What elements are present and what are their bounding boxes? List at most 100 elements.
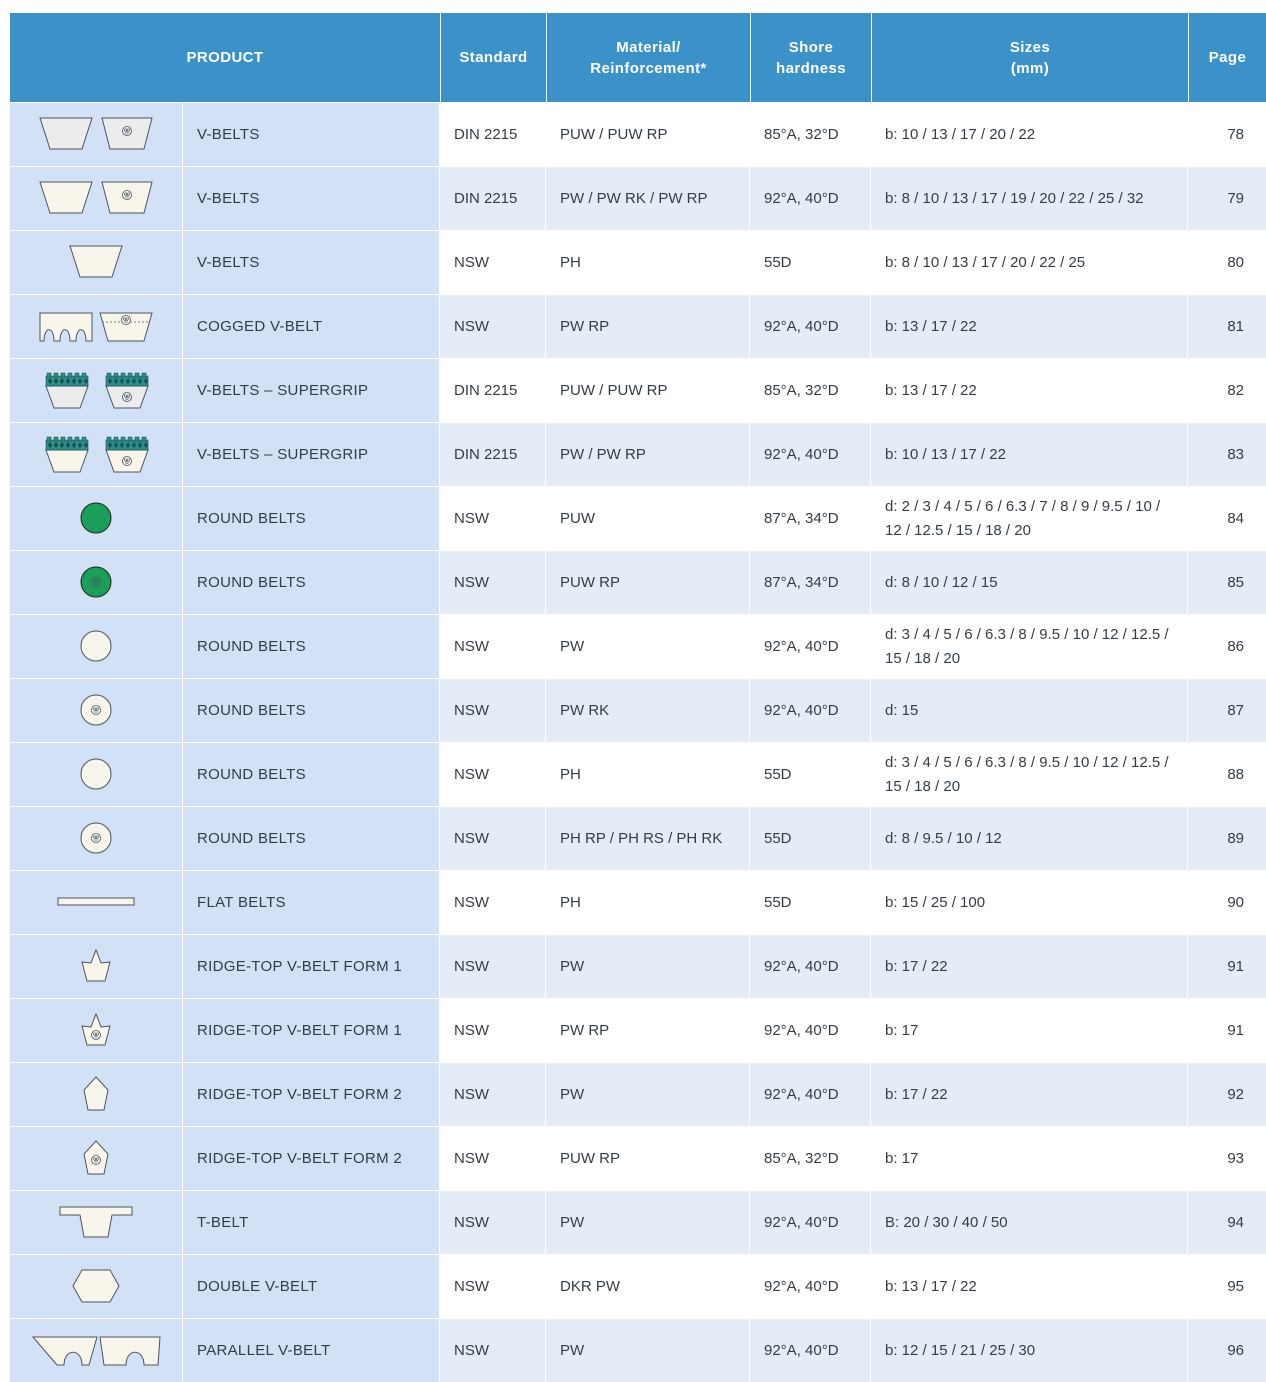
product-image: [10, 359, 183, 422]
header-page: Page: [1188, 13, 1266, 102]
table-row: V-BELTS DIN 2215 PW / PW RK / PW RP 92°A, 4…: [10, 166, 1266, 230]
material-cell: PW: [546, 1063, 750, 1126]
t-belt-icon: [59, 1206, 133, 1238]
material-cell: PW RP: [546, 999, 750, 1062]
standard-cell: NSW: [440, 871, 546, 934]
round-belt-green-icon: [80, 502, 112, 534]
page-cell: 82: [1227, 381, 1244, 399]
product-image: [10, 551, 183, 614]
page-cell: 83: [1227, 445, 1244, 463]
page-cell: 91: [1227, 1021, 1244, 1039]
sizes-cell: b: 15 / 25 / 100: [871, 871, 1188, 934]
standard-cell: NSW: [440, 1319, 546, 1382]
product-image: [10, 807, 183, 870]
table-row: V-BELTS – SUPERGRIP DIN 2215 PUW / PUW RP 8…: [10, 358, 1266, 422]
material-cell: PH: [546, 871, 750, 934]
product-image: [10, 1127, 183, 1190]
product-name: RIDGE-TOP V-BELT FORM 2: [183, 1127, 440, 1190]
table-row: ROUND BELTS NSW PW RK 92°A, 40°D d: 15 87: [10, 678, 1266, 742]
shore-hardness-cell: 85°A, 32°D: [750, 103, 871, 166]
table-body: V-BELTS DIN 2215 PUW / PUW RP 85°A, 32°D b: …: [10, 102, 1266, 1382]
table-row: COGGED V-BELT NSW PW RP 92°A, 40°D b: 13 / 1…: [10, 294, 1266, 358]
table-row: ROUND BELTS NSW PW 92°A, 40°D d: 3 / 4 / 5 /…: [10, 614, 1266, 678]
product-name: V-BELTS: [183, 231, 440, 294]
standard-cell: DIN 2215: [440, 423, 546, 486]
round-belt-reinforced-icon: [80, 822, 112, 854]
product-name: FLAT BELTS: [183, 871, 440, 934]
header-product: PRODUCT: [186, 49, 264, 66]
shore-hardness-cell: 55D: [750, 231, 871, 294]
product-name: V-BELTS: [183, 103, 440, 166]
material-cell: PW / PW RP: [546, 423, 750, 486]
sizes-cell: b: 17: [871, 999, 1188, 1062]
page-cell: 93: [1227, 1149, 1244, 1167]
table-row: V-BELTS – SUPERGRIP DIN 2215 PW / PW RP 92°…: [10, 422, 1266, 486]
ridge-top-form1-icon: [81, 948, 111, 982]
table-row: ROUND BELTS NSW PH RP / PH RS / PH RK 55D d:…: [10, 806, 1266, 870]
shore-hardness-cell: 92°A, 40°D: [750, 295, 871, 358]
material-cell: PH: [546, 743, 750, 806]
sizes-cell: b: 10 / 13 / 17 / 22: [871, 423, 1188, 486]
product-image: [10, 1319, 183, 1382]
shore-hardness-cell: 55D: [750, 807, 871, 870]
header-standard: Standard: [440, 13, 546, 102]
material-cell: PW: [546, 1191, 750, 1254]
shore-hardness-cell: 92°A, 40°D: [750, 935, 871, 998]
sizes-cell: b: 13 / 17 / 22: [871, 1255, 1188, 1318]
round-belt-green-reinforced-icon: [80, 566, 112, 598]
material-cell: PW: [546, 615, 750, 678]
material-cell: PUW RP: [546, 551, 750, 614]
material-cell: PH RP / PH RS / PH RK: [546, 807, 750, 870]
shore-hardness-cell: 92°A, 40°D: [750, 615, 871, 678]
standard-cell: NSW: [440, 807, 546, 870]
shore-hardness-cell: 92°A, 40°D: [750, 1191, 871, 1254]
sizes-cell: d: 3 / 4 / 5 / 6 / 6.3 / 8 / 9.5 / 10 / …: [871, 615, 1188, 678]
product-image: [10, 423, 183, 486]
standard-cell: NSW: [440, 935, 546, 998]
standard-cell: NSW: [440, 743, 546, 806]
ridge-top-form1-reinforced-icon: [81, 1012, 111, 1046]
shore-hardness-cell: 85°A, 32°D: [750, 359, 871, 422]
standard-cell: NSW: [440, 1127, 546, 1190]
shore-hardness-cell: 92°A, 40°D: [750, 679, 871, 742]
page-cell: 81: [1227, 317, 1244, 335]
table-row: PARALLEL V-BELT NSW PW 92°A, 40°D b: 12 / 15…: [10, 1318, 1266, 1382]
product-image: [10, 167, 183, 230]
sizes-cell: d: 15: [871, 679, 1188, 742]
product-name: V-BELTS – SUPERGRIP: [183, 423, 440, 486]
v-belt-pair-grey-icon: [39, 117, 153, 150]
standard-cell: DIN 2215: [440, 103, 546, 166]
sizes-cell: b: 10 / 13 / 17 / 20 / 22: [871, 103, 1188, 166]
table-row: V-BELTS NSW PH 55D b: 8 / 10 / 13 / 17 / 20 …: [10, 230, 1266, 294]
product-name: RIDGE-TOP V-BELT FORM 2: [183, 1063, 440, 1126]
standard-cell: NSW: [440, 551, 546, 614]
header-shore-hardness: Shore hardness: [750, 13, 871, 102]
product-name: V-BELTS: [183, 167, 440, 230]
shore-hardness-cell: 92°A, 40°D: [750, 423, 871, 486]
ridge-top-form2-reinforced-icon: [83, 1140, 109, 1175]
table-row: T-BELT NSW PW 92°A, 40°D B: 20 / 30 / 40 / 5…: [10, 1190, 1266, 1254]
table-row: ROUND BELTS NSW PUW RP 87°A, 34°D d: 8 / 10 …: [10, 550, 1266, 614]
product-image: [10, 487, 183, 550]
sizes-cell: b: 8 / 10 / 13 / 17 / 19 / 20 / 22 / 25 …: [871, 167, 1188, 230]
shore-hardness-cell: 87°A, 34°D: [750, 487, 871, 550]
table-row: DOUBLE V-BELT NSW DKR PW 92°A, 40°D b: 13 / …: [10, 1254, 1266, 1318]
sizes-cell: b: 13 / 17 / 22: [871, 295, 1188, 358]
cogged-v-belt-icon: [39, 312, 153, 342]
sizes-cell: d: 8 / 10 / 12 / 15: [871, 551, 1188, 614]
standard-cell: NSW: [440, 999, 546, 1062]
product-image: [10, 1191, 183, 1254]
product-name: ROUND BELTS: [183, 743, 440, 806]
supergrip-v-belt-icon: [45, 436, 149, 473]
table-header: PRODUCT Standard Material/ Reinforcement…: [10, 13, 1266, 102]
shore-hardness-cell: 55D: [750, 743, 871, 806]
product-image: [10, 1063, 183, 1126]
page-cell: 92: [1227, 1085, 1244, 1103]
header-material: Material/ Reinforcement*: [546, 13, 750, 102]
shore-hardness-cell: 87°A, 34°D: [750, 551, 871, 614]
shore-hardness-cell: 92°A, 40°D: [750, 167, 871, 230]
flat-belt-icon: [57, 897, 135, 906]
shore-hardness-cell: 92°A, 40°D: [750, 1255, 871, 1318]
page-cell: 89: [1227, 829, 1244, 847]
page-cell: 80: [1227, 253, 1244, 271]
